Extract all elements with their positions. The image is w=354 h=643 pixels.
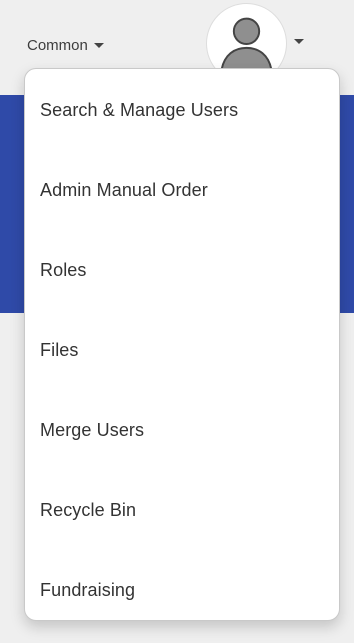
menu-item-files[interactable]: Files xyxy=(25,310,339,390)
dropdown-menu-list: Search & Manage Users Admin Manual Order… xyxy=(25,70,339,620)
menu-item-merge-users[interactable]: Merge Users xyxy=(25,390,339,470)
menu-item-search-manage-users[interactable]: Search & Manage Users xyxy=(25,70,339,150)
menu-item-label: Roles xyxy=(40,259,87,280)
menu-item-label: Merge Users xyxy=(40,419,145,440)
avatar-chevron-down-icon[interactable] xyxy=(294,39,304,44)
app-canvas: Common Search & Manage Users Admin Manua… xyxy=(0,0,354,643)
menu-item-label: Fundraising xyxy=(40,579,136,600)
menu-item-label: Files xyxy=(40,339,79,360)
menu-item-label: Admin Manual Order xyxy=(40,179,208,200)
menu-item-roles[interactable]: Roles xyxy=(25,230,339,310)
common-menu-toggle[interactable]: Common xyxy=(27,33,104,57)
menu-item-fundraising[interactable]: Fundraising xyxy=(25,550,339,620)
menu-item-admin-manual-order[interactable]: Admin Manual Order xyxy=(25,150,339,230)
menu-item-label: Recycle Bin xyxy=(40,499,137,520)
menu-item-label: Search & Manage Users xyxy=(40,99,239,120)
chevron-down-icon xyxy=(93,43,104,48)
menu-item-recycle-bin[interactable]: Recycle Bin xyxy=(25,470,339,550)
common-menu-label: Common xyxy=(27,36,88,54)
common-dropdown-menu: Search & Manage Users Admin Manual Order… xyxy=(24,68,340,621)
